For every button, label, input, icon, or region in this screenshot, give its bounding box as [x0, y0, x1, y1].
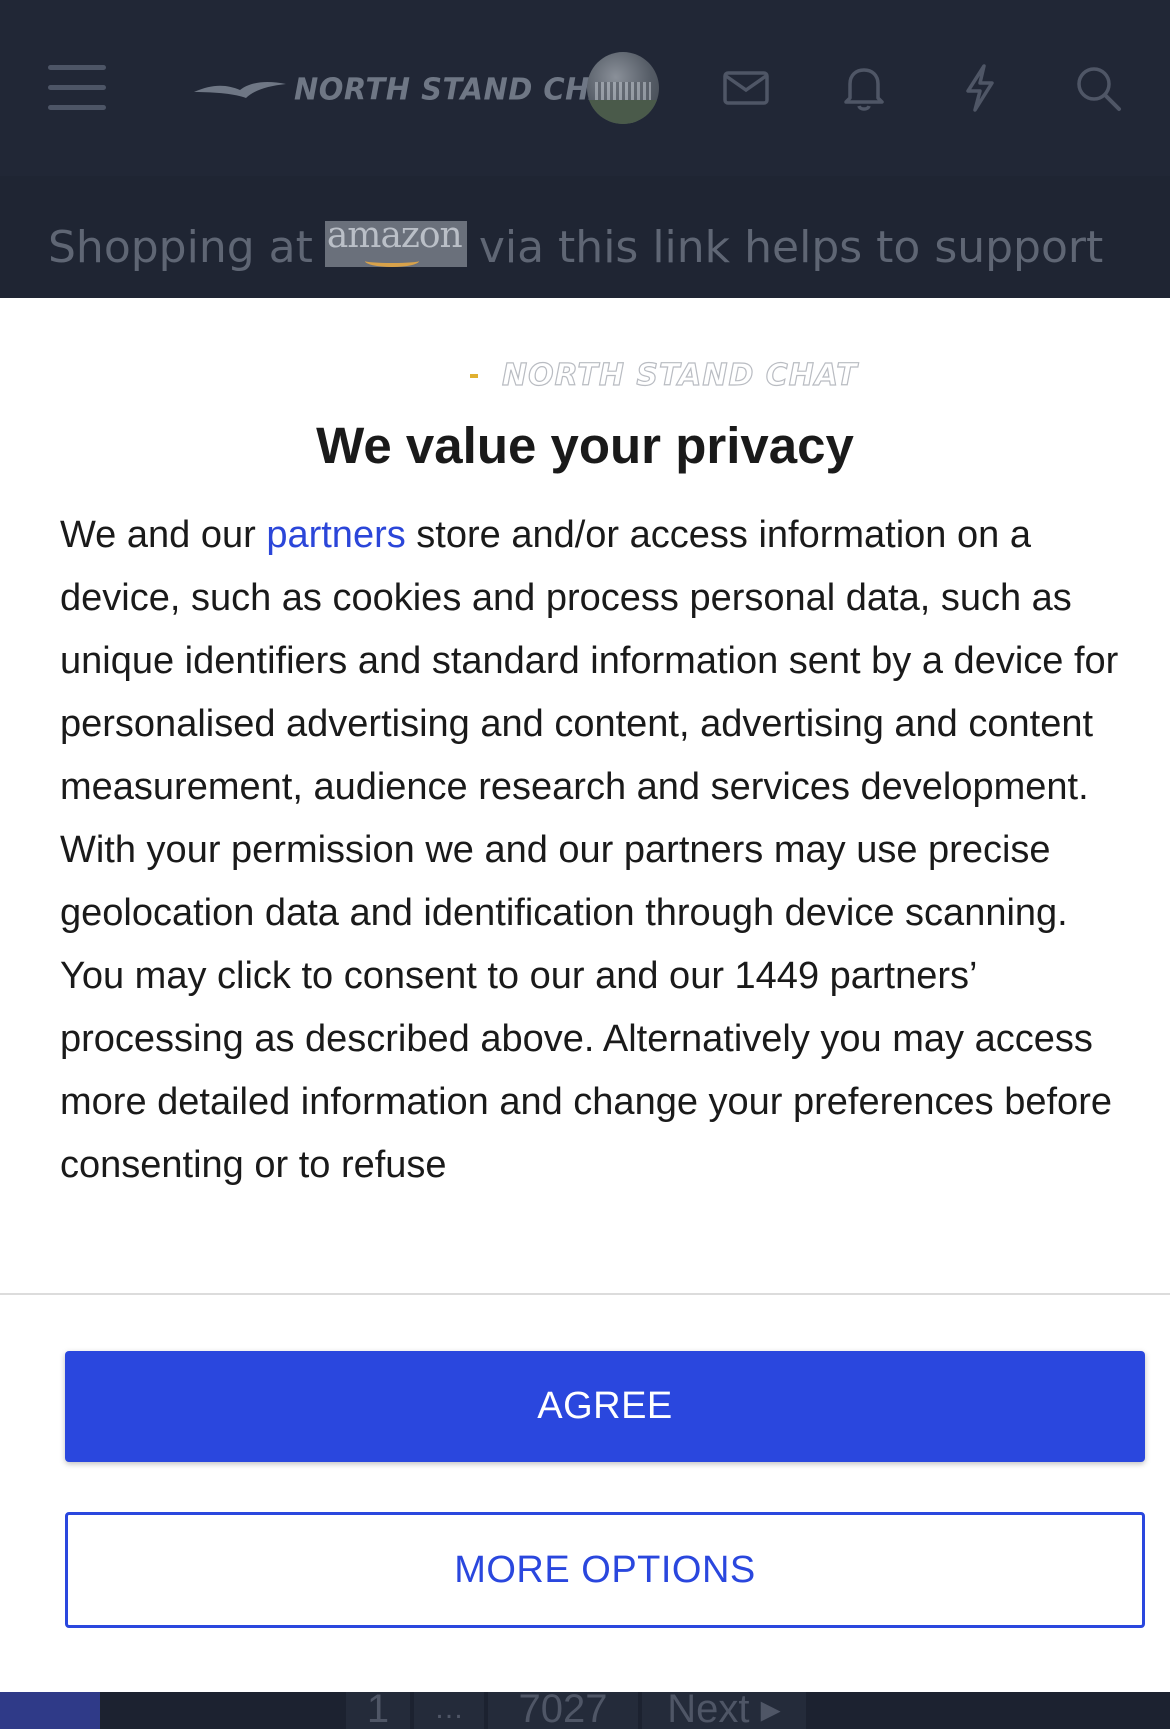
text-fade — [0, 1188, 1170, 1228]
dialog-divider — [0, 1293, 1170, 1295]
lightning-icon[interactable] — [954, 62, 1006, 114]
site-logo-text: NORTH STAND CHAT — [294, 71, 631, 107]
envelope-icon[interactable] — [720, 62, 772, 114]
banner-text-before: Shopping at — [48, 222, 313, 273]
dialog-title: We value your privacy — [316, 417, 854, 474]
pagination: 1 … 7027 Next ▸ — [346, 1692, 810, 1729]
page-last-button[interactable]: 7027 — [488, 1692, 638, 1729]
body-text: store and/or access information on a dev… — [60, 514, 1119, 1186]
consent-site-logo: NORTH STAND CHAT — [400, 357, 858, 393]
side-tab[interactable]: cy — [0, 1692, 100, 1729]
hamburger-icon[interactable] — [48, 63, 108, 113]
amazon-logo[interactable]: amazon — [324, 215, 467, 267]
partners-link[interactable]: partners — [266, 514, 405, 556]
body-prefix: We and our — [60, 514, 256, 556]
consent-logo-text: NORTH STAND CHAT — [501, 357, 858, 393]
privacy-consent-dialog: NORTH STAND CHAT We value your privacy W… — [0, 298, 1170, 1692]
site-logo[interactable]: NORTH STAND CHAT — [192, 66, 630, 112]
agree-button[interactable]: AGREE — [65, 1351, 1145, 1462]
page-next-button[interactable]: Next ▸ — [642, 1692, 806, 1729]
banner-text-after: via this link helps to support — [478, 222, 1104, 273]
banner-text[interactable]: Shopping at amazon via this link helps t… — [48, 215, 1104, 274]
top-nav-bar: NORTH STAND CHAT — [0, 0, 1170, 176]
page-ellipsis[interactable]: … — [414, 1692, 484, 1729]
search-icon[interactable] — [1072, 62, 1124, 114]
avatar[interactable] — [587, 52, 659, 124]
seagull-logo-icon — [194, 82, 286, 98]
bell-icon[interactable] — [838, 62, 890, 114]
page-first-button[interactable]: 1 — [346, 1692, 410, 1729]
more-options-button[interactable]: MORE OPTIONS — [65, 1512, 1145, 1628]
